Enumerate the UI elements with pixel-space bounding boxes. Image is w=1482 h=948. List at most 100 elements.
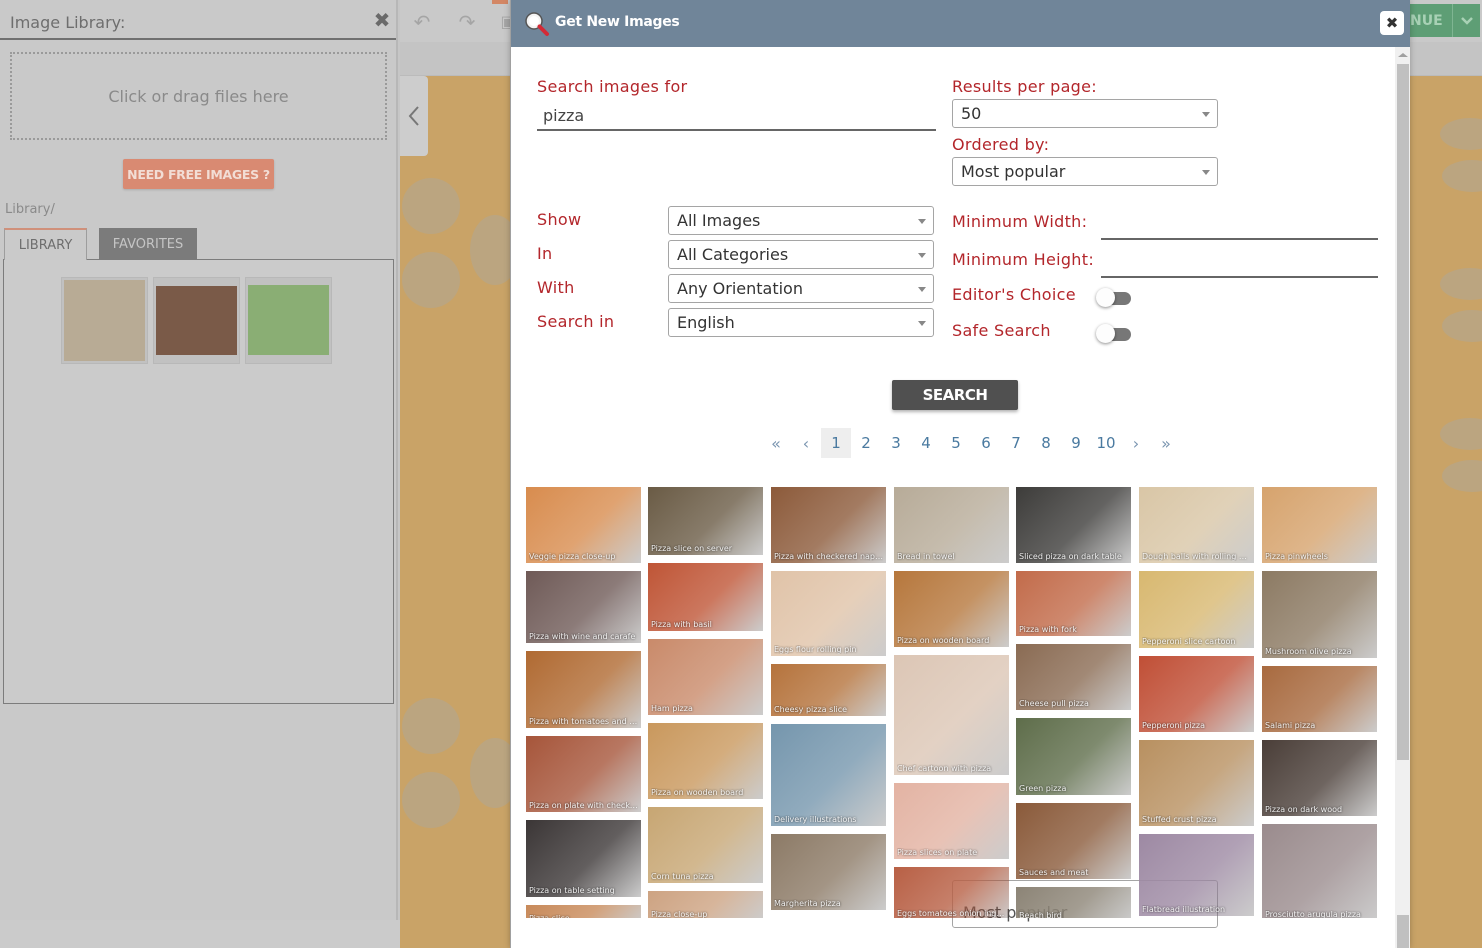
result-image[interactable]: Veggie pizza close-up (526, 487, 641, 563)
close-icon[interactable]: ✖ (372, 10, 392, 30)
filter-category-select[interactable]: All Categories (668, 240, 934, 269)
result-image[interactable]: Dough balls with rolling pin (1139, 487, 1254, 563)
need-free-images-button[interactable]: NEED FREE IMAGES ? (123, 159, 274, 189)
result-image[interactable]: Ham pizza (648, 639, 763, 715)
scrollbar-thumb[interactable] (1397, 64, 1409, 760)
page-4[interactable]: 4 (911, 428, 941, 458)
library-thumbnail[interactable] (153, 277, 240, 364)
result-image-caption: Pizza on table setting (529, 886, 615, 895)
canvas-decoration (1440, 268, 1482, 300)
toggle-knob (1096, 324, 1115, 343)
result-image-caption: Sauces and meat (1019, 868, 1089, 877)
filter-show-label: Show (537, 210, 582, 229)
scroll-up-icon[interactable] (1398, 53, 1408, 57)
results-per-page-select[interactable]: 50 (952, 99, 1218, 128)
result-image[interactable]: Pepperoni slice cartoon (1139, 571, 1254, 648)
result-image[interactable]: Pizza on table setting (526, 820, 641, 897)
page-8[interactable]: 8 (1031, 428, 1061, 458)
result-image[interactable]: Eggs flour rolling pin (771, 571, 886, 656)
min-width-input[interactable] (1101, 210, 1378, 240)
magnifier-icon (525, 12, 549, 36)
library-title: Image Library: (10, 13, 126, 32)
result-image[interactable]: Green pizza (1016, 718, 1131, 795)
page-1[interactable]: 1 (821, 428, 851, 458)
result-image[interactable]: Pizza pinwheels (1262, 487, 1377, 563)
dialog-scrollbar[interactable] (1395, 47, 1410, 948)
page-2[interactable]: 2 (851, 428, 881, 458)
caret-down-icon (918, 253, 926, 258)
search-input[interactable] (537, 101, 936, 131)
result-image[interactable]: Chef cartoon with pizza (894, 655, 1009, 775)
result-image[interactable]: Salami pizza (1262, 666, 1377, 732)
page-5[interactable]: 5 (941, 428, 971, 458)
continue-button[interactable]: NUE (1408, 4, 1452, 37)
result-image-caption: Salami pizza (1265, 721, 1316, 730)
page-6[interactable]: 6 (971, 428, 1001, 458)
result-image-caption: Pizza slice (529, 914, 638, 918)
canvas-decoration (402, 698, 460, 754)
filter-language-select[interactable]: English (668, 308, 934, 337)
result-image[interactable]: Pizza slices on plate (894, 783, 1009, 859)
canvas-decoration (402, 252, 460, 308)
prev-page-icon[interactable]: ‹ (791, 428, 821, 458)
close-dialog-button[interactable]: ✖ (1380, 11, 1404, 35)
result-image-caption: Pizza close-up (651, 910, 708, 918)
result-image[interactable]: Corn tuna pizza (648, 807, 763, 883)
result-image[interactable]: Sliced pizza on dark table (1016, 487, 1131, 563)
result-image[interactable]: Margherita pizza (771, 834, 886, 910)
result-image[interactable]: Beach bird (1016, 887, 1131, 918)
result-image[interactable]: Pepperoni pizza (1139, 656, 1254, 732)
tab-library[interactable]: LIBRARY (4, 228, 87, 260)
editors-choice-toggle[interactable] (1096, 286, 1134, 308)
filter-orientation-select[interactable]: Any Orientation (668, 274, 934, 303)
safe-search-label: Safe Search (952, 321, 1051, 340)
last-page-icon[interactable]: » (1151, 428, 1181, 458)
result-image[interactable]: Stuffed crust pizza (1139, 740, 1254, 826)
result-image[interactable]: Flatbread illustration (1139, 834, 1254, 916)
page-10[interactable]: 10 (1091, 428, 1121, 458)
result-image[interactable]: Bread in towel (894, 487, 1009, 563)
result-image[interactable]: Mushroom olive pizza (1262, 571, 1377, 658)
tab-favorites[interactable]: FAVORITES (99, 228, 197, 260)
min-height-input[interactable] (1101, 248, 1378, 278)
result-image[interactable]: Pizza with wine and carafe (526, 571, 641, 643)
ordered-by-select[interactable]: Most popular (952, 157, 1218, 186)
page-3[interactable]: 3 (881, 428, 911, 458)
result-image[interactable]: Pizza on dark wood (1262, 740, 1377, 816)
result-image-caption: Green pizza (1019, 784, 1067, 793)
caret-down-icon (1202, 170, 1210, 175)
upload-dropzone[interactable]: Click or drag files here (10, 52, 387, 140)
safe-search-toggle[interactable] (1096, 322, 1134, 344)
result-image[interactable]: Cheese pull pizza (1016, 644, 1131, 710)
result-image[interactable]: Prosciutto arugula pizza (1262, 824, 1377, 918)
result-image[interactable]: Pizza with basil (648, 563, 763, 631)
result-image[interactable]: Delivery illustrations (771, 724, 886, 826)
result-image[interactable]: Pizza on wooden board (894, 571, 1009, 647)
result-image[interactable]: Pizza slice (526, 905, 641, 918)
undo-icon[interactable]: ↶ (410, 10, 434, 34)
library-thumbnail[interactable] (245, 277, 332, 364)
result-image[interactable]: Eggs tomatoes onion ingredients (894, 867, 1009, 918)
result-image[interactable]: Cheesy pizza slice (771, 664, 886, 716)
results-per-page-label: Results per page: (952, 77, 1097, 96)
result-image[interactable]: Pizza on wooden board (648, 723, 763, 799)
next-page-icon[interactable]: › (1121, 428, 1151, 458)
page-7[interactable]: 7 (1001, 428, 1031, 458)
redo-icon[interactable]: ↷ (455, 10, 479, 34)
result-image[interactable]: Pizza slice on server (648, 487, 763, 555)
result-image[interactable]: Pizza close-up (648, 891, 763, 918)
search-button[interactable]: SEARCH (892, 380, 1018, 410)
result-image[interactable]: Pizza with tomatoes and mushrooms (526, 651, 641, 728)
continue-dropdown[interactable] (1452, 4, 1480, 37)
result-image[interactable]: Sauces and meat (1016, 803, 1131, 879)
search-label: Search images for (537, 77, 688, 96)
result-image[interactable]: Pizza with checkered napkin (771, 487, 886, 563)
page-9[interactable]: 9 (1061, 428, 1091, 458)
result-image[interactable]: Pizza with fork (1016, 571, 1131, 636)
first-page-icon[interactable]: « (761, 428, 791, 458)
result-image-caption: Chef cartoon with pizza (897, 764, 992, 773)
filter-show-select[interactable]: All Images (668, 206, 934, 235)
collapse-panel-button[interactable] (400, 76, 428, 156)
result-image[interactable]: Pizza on plate with checkered cloth (526, 736, 641, 812)
library-thumbnail[interactable] (61, 277, 148, 364)
